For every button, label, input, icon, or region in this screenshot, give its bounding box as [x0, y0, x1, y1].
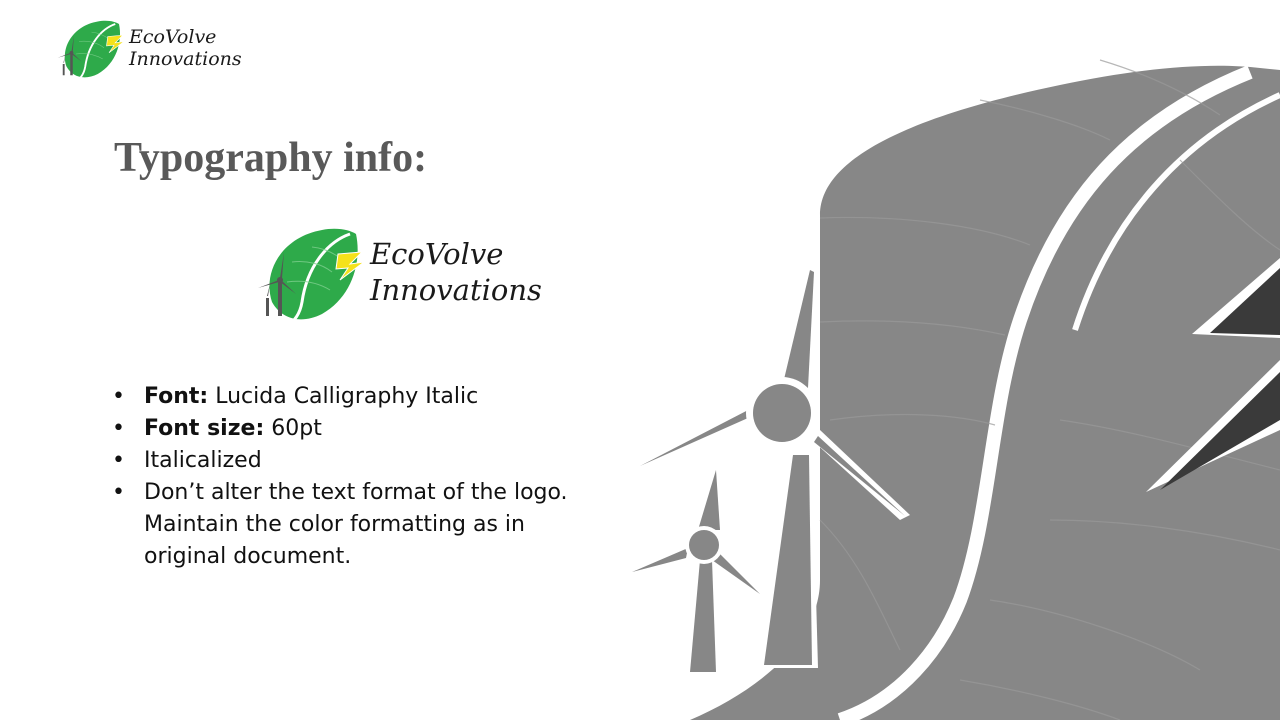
list-item: • Font: Lucida Calligraphy Italic	[110, 381, 590, 413]
header-logo-text: EcoVolve Innovations	[129, 26, 242, 70]
list-item: • Don’t alter the text format of the log…	[110, 477, 590, 573]
leaf-logo-icon	[258, 228, 364, 326]
center-logo: EcoVolve Innovations	[252, 222, 572, 328]
bullet-label: Font:	[144, 384, 209, 409]
bullet-label: Font size:	[144, 416, 265, 441]
center-logo-text: EcoVolve Innovations	[370, 236, 542, 308]
bullet-dot: •	[112, 448, 125, 473]
header-logo-line2: Innovations	[129, 48, 242, 70]
bullet-text: 60pt	[264, 416, 322, 441]
list-item: • Font size: 60pt	[110, 413, 590, 445]
header-logo-line1: EcoVolve	[129, 26, 217, 48]
bullet-text: Italicalized	[144, 448, 262, 473]
bullet-text: Lucida Calligraphy Italic	[208, 384, 479, 409]
bullet-dot: •	[112, 416, 125, 441]
typography-bullet-list: • Font: Lucida Calligraphy Italic • Font…	[110, 381, 590, 573]
header-logo: EcoVolve Innovations	[54, 16, 254, 82]
list-item: • Italicalized	[110, 445, 590, 477]
slide: EcoVolve Innovations Typography info: Ec…	[0, 0, 1280, 720]
center-logo-line1: EcoVolve	[370, 237, 504, 271]
leaf-logo-icon	[56, 20, 124, 82]
center-logo-line2: Innovations	[370, 273, 542, 307]
bullet-dot: •	[112, 480, 125, 505]
bullet-text: Don’t alter the text format of the logo.…	[144, 480, 568, 569]
background-leaf-graphic	[632, 59, 1280, 720]
wind-turbine-small-icon	[632, 470, 760, 672]
page-title: Typography info:	[114, 135, 428, 181]
bullet-dot: •	[112, 384, 125, 409]
